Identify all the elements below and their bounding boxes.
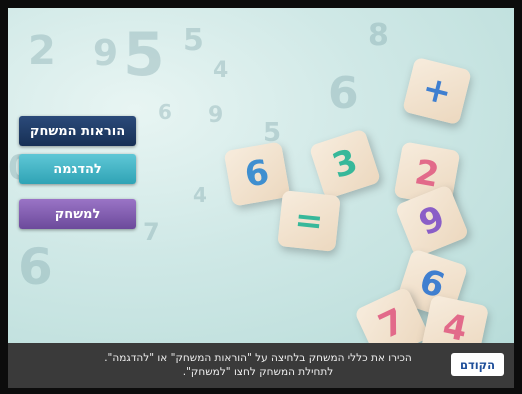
bg-digit: 7 — [143, 218, 160, 246]
bottom-bar: הכירו את כללי המשחק בלחיצה על "הוראות המ… — [8, 343, 514, 388]
bg-digit: 8 — [368, 18, 389, 53]
back-button[interactable]: הקודם — [451, 353, 504, 376]
block-six: 6 — [223, 141, 291, 207]
bg-digit: 6 — [158, 100, 172, 124]
instructions-text: הכירו את כללי המשחק בלחיצה על "הוראות המ… — [78, 351, 438, 379]
game-button[interactable]: למשחק — [19, 199, 136, 229]
bg-digit: 5 — [183, 23, 204, 58]
bg-digit: 5 — [123, 20, 165, 90]
block-equals: = — [277, 190, 341, 252]
bg-digit: 6 — [18, 238, 53, 296]
bg-digit: 6 — [328, 68, 359, 119]
bg-digit: 4 — [193, 183, 207, 207]
rules-button-label: הוראות המשחק — [29, 123, 126, 139]
instructions-line-1: הכירו את כללי המשחק בלחיצה על "הוראות המ… — [104, 352, 412, 364]
bg-digit: 9 — [93, 33, 119, 74]
block-plus: + — [402, 56, 472, 126]
bg-digit: 4 — [213, 58, 229, 83]
rules-button[interactable]: הוראות המשחק — [19, 116, 136, 146]
bg-digit: 2 — [28, 28, 56, 74]
demo-button-label: להדגמה — [53, 161, 102, 177]
game-button-label: למשחק — [54, 206, 101, 222]
back-button-label: הקודם — [459, 357, 496, 372]
instructions-line-2: לתחילת המשחק לחצו "למשחק". — [182, 366, 334, 378]
block-four: 4 — [420, 294, 490, 343]
block-three: 3 — [308, 128, 382, 200]
demo-button[interactable]: להדגמה — [19, 154, 136, 184]
bg-digit: 9 — [208, 103, 224, 128]
